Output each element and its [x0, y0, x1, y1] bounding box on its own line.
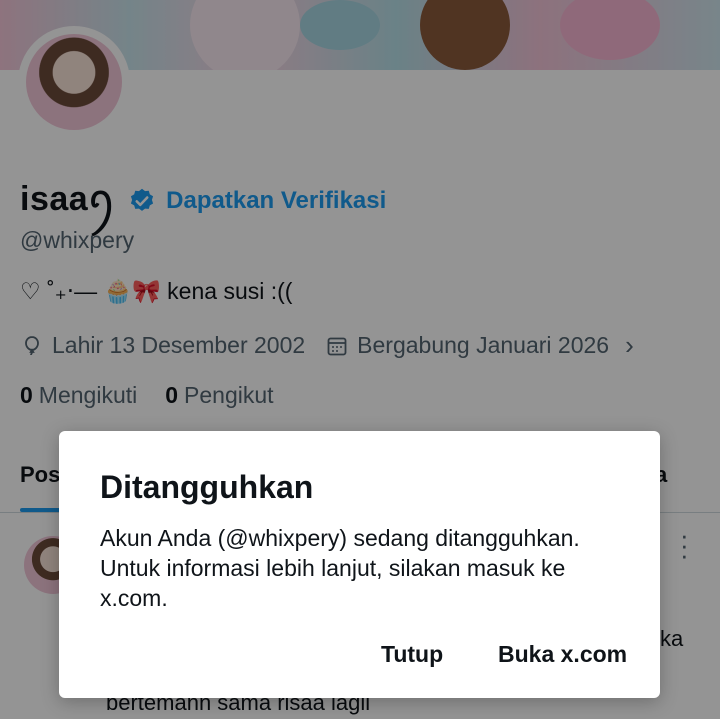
dialog-message: Akun Anda (@whixpery) sedang ditangguhka… [100, 525, 580, 611]
open-x-button[interactable]: Buka x.com [498, 641, 627, 668]
suspended-dialog: Ditangguhkan Akun Anda (@whixpery) sedan… [59, 431, 660, 698]
dialog-title: Ditangguhkan [100, 469, 314, 505]
close-button[interactable]: Tutup [381, 641, 443, 668]
